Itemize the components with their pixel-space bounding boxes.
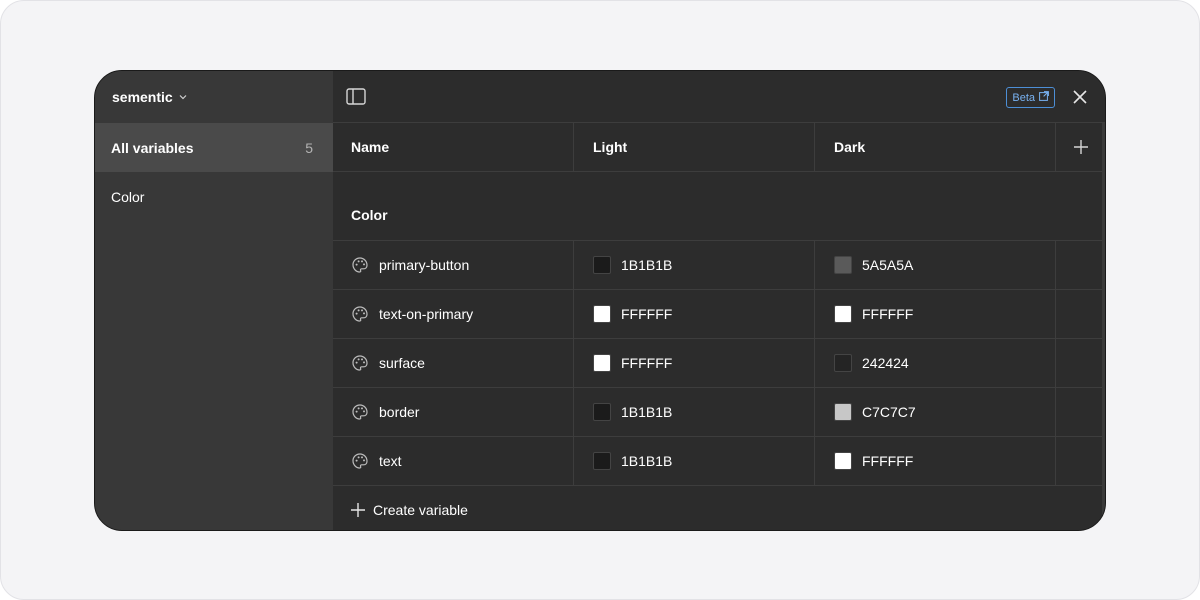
dark-value-cell[interactable]: FFFFFF	[815, 290, 1056, 338]
dark-value-cell[interactable]: C7C7C7	[815, 388, 1056, 436]
palette-icon	[351, 354, 369, 372]
table-row[interactable]: border 1B1B1B C7C7C7	[333, 388, 1105, 437]
external-link-icon	[1039, 91, 1049, 104]
group-header-color: Color	[333, 172, 1105, 241]
dark-value: 242424	[862, 355, 909, 371]
sidebar-item-all-variables[interactable]: All variables 5	[95, 123, 333, 172]
variable-name-cell[interactable]: primary-button	[333, 241, 574, 289]
beta-badge[interactable]: Beta	[1006, 87, 1055, 108]
dark-value-cell[interactable]: FFFFFF	[815, 437, 1056, 485]
table-row[interactable]: primary-button 1B1B1B 5A5A5A	[333, 241, 1105, 290]
main-area: Beta Name Light Dark Color primary-butto…	[333, 71, 1105, 530]
light-value-cell[interactable]: FFFFFF	[574, 290, 815, 338]
color-swatch[interactable]	[593, 305, 611, 323]
color-swatch[interactable]	[834, 452, 852, 470]
color-swatch[interactable]	[834, 256, 852, 274]
color-swatch[interactable]	[834, 305, 852, 323]
variable-name: surface	[379, 355, 425, 371]
empty-cell	[1056, 388, 1105, 436]
chevron-down-icon	[178, 92, 188, 102]
table-row[interactable]: text-on-primary FFFFFF FFFFFF	[333, 290, 1105, 339]
variable-name-cell[interactable]: border	[333, 388, 574, 436]
dark-value-cell[interactable]: 242424	[815, 339, 1056, 387]
beta-label: Beta	[1012, 91, 1035, 104]
dark-value-cell[interactable]: 5A5A5A	[815, 241, 1056, 289]
light-value-cell[interactable]: FFFFFF	[574, 339, 815, 387]
variables-table: Name Light Dark Color primary-button 1B1B…	[333, 123, 1105, 530]
scrollbar[interactable]	[1102, 123, 1105, 530]
light-value: FFFFFF	[621, 355, 673, 371]
palette-icon	[351, 403, 369, 421]
create-variable-button[interactable]: Create variable	[333, 486, 1105, 530]
empty-cell	[1056, 437, 1105, 485]
empty-cell	[1056, 241, 1105, 289]
sidebar-item-color[interactable]: Color	[95, 172, 333, 221]
table-header: Name Light Dark	[333, 123, 1105, 172]
empty-cell	[1056, 290, 1105, 338]
dark-value: FFFFFF	[862, 453, 914, 469]
sidebar: sementic All variables 5 Color	[95, 71, 333, 530]
light-value-cell[interactable]: 1B1B1B	[574, 437, 815, 485]
sidebar-item-label: All variables	[111, 139, 194, 156]
color-swatch[interactable]	[593, 403, 611, 421]
sidebar-item-label: Color	[111, 188, 145, 205]
dark-value: C7C7C7	[862, 404, 916, 420]
plus-icon	[351, 503, 365, 517]
color-swatch[interactable]	[834, 403, 852, 421]
variable-name-cell[interactable]: text	[333, 437, 574, 485]
variable-name: border	[379, 404, 420, 420]
table-row[interactable]: surface FFFFFF 242424	[333, 339, 1105, 388]
color-swatch[interactable]	[593, 452, 611, 470]
sidebar-toggle-icon[interactable]	[346, 87, 366, 107]
column-header-light[interactable]: Light	[574, 123, 815, 171]
palette-icon	[351, 452, 369, 470]
collection-selector[interactable]: sementic	[95, 71, 333, 123]
light-value: FFFFFF	[621, 306, 673, 322]
table-row[interactable]: text 1B1B1B FFFFFF	[333, 437, 1105, 486]
variable-count: 5	[305, 139, 313, 156]
light-value: 1B1B1B	[621, 257, 673, 273]
create-variable-label: Create variable	[373, 502, 468, 518]
dark-value: FFFFFF	[862, 306, 914, 322]
empty-cell	[1056, 339, 1105, 387]
variable-name: primary-button	[379, 257, 470, 273]
dark-value: 5A5A5A	[862, 257, 914, 273]
light-value-cell[interactable]: 1B1B1B	[574, 388, 815, 436]
palette-icon	[351, 305, 369, 323]
plus-icon	[1073, 140, 1088, 154]
light-value-cell[interactable]: 1B1B1B	[574, 241, 815, 289]
light-value: 1B1B1B	[621, 453, 673, 469]
variables-panel: sementic All variables 5 Color Beta Name…	[94, 70, 1106, 531]
toolbar: Beta	[333, 71, 1105, 123]
column-header-name: Name	[333, 123, 574, 171]
add-mode-button[interactable]	[1056, 123, 1105, 171]
variable-name-cell[interactable]: text-on-primary	[333, 290, 574, 338]
light-value: 1B1B1B	[621, 404, 673, 420]
variable-name: text	[379, 453, 402, 469]
color-swatch[interactable]	[834, 354, 852, 372]
palette-icon	[351, 256, 369, 274]
color-swatch[interactable]	[593, 256, 611, 274]
color-swatch[interactable]	[593, 354, 611, 372]
close-icon[interactable]	[1071, 88, 1089, 106]
variable-name: text-on-primary	[379, 306, 474, 322]
column-header-dark[interactable]: Dark	[815, 123, 1056, 171]
collection-name: sementic	[112, 89, 173, 105]
variable-name-cell[interactable]: surface	[333, 339, 574, 387]
